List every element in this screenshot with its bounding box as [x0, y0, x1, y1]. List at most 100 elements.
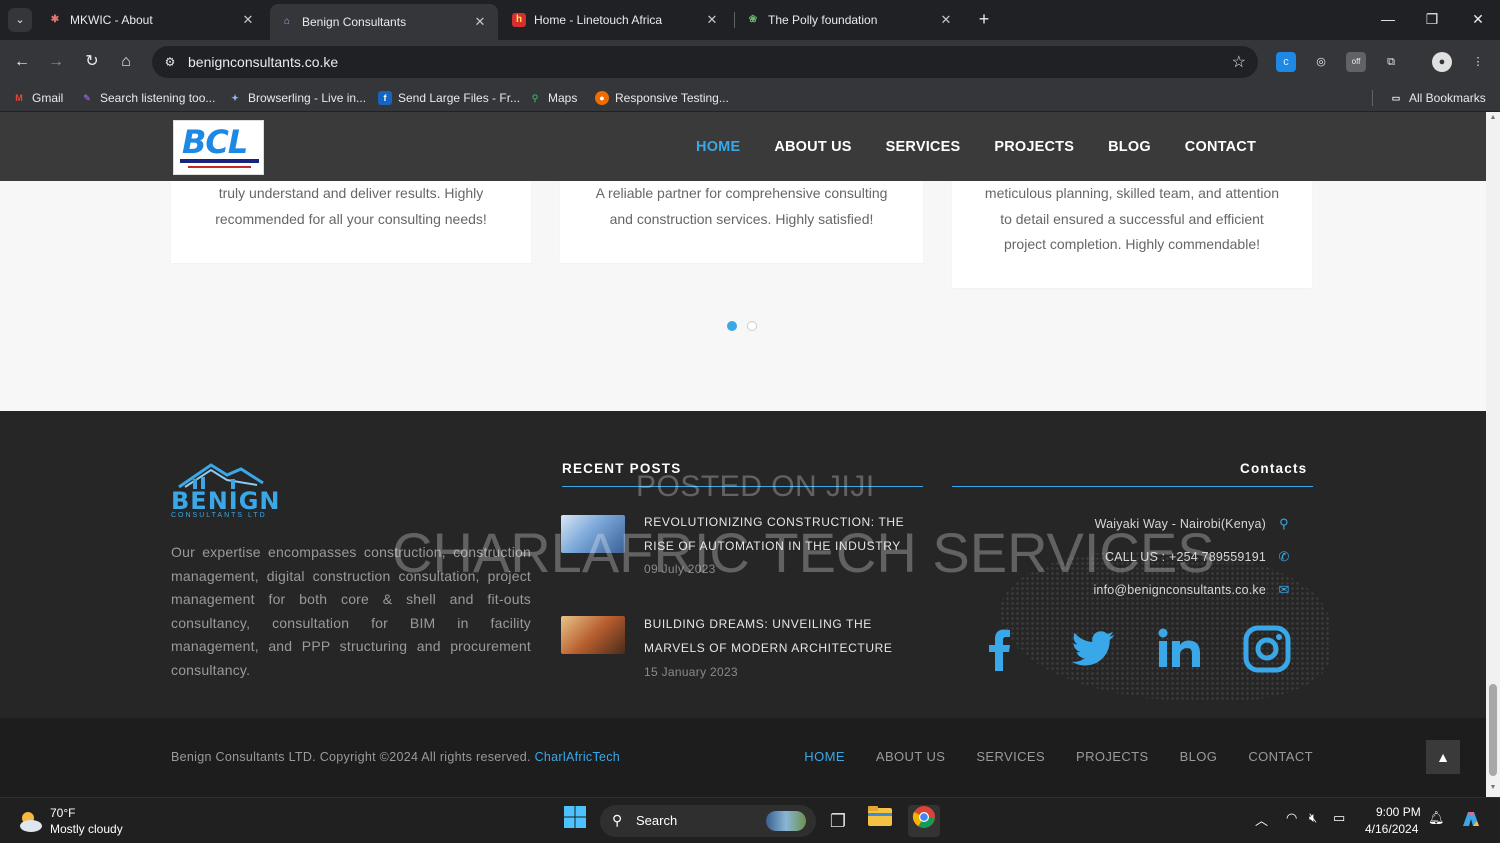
footer-nav-services[interactable]: SERVICES — [976, 749, 1045, 764]
weather-cloud-icon[interactable] — [16, 807, 44, 835]
location-pin-icon: ⚲ — [1279, 516, 1289, 531]
footer-nav-about-us[interactable]: ABOUT US — [876, 749, 945, 764]
clock-date[interactable]: 4/16/2024 — [1365, 822, 1418, 836]
battery-icon[interactable]: ▭ — [1333, 810, 1345, 826]
extensions-puzzle-icon[interactable]: ⧉ — [1381, 52, 1401, 72]
new-tab-button[interactable]: + — [972, 8, 996, 32]
contact-email[interactable]: info@benignconsultants.co.ke ✉ — [1093, 582, 1292, 598]
scroll-down-arrow-icon[interactable]: ▼ — [1489, 784, 1497, 791]
profile-avatar-icon[interactable]: ● — [1432, 52, 1452, 72]
windows-start-icon[interactable] — [559, 805, 591, 837]
close-tab-icon[interactable]: ✕ — [938, 12, 954, 28]
carousel-dot[interactable] — [747, 321, 757, 331]
linetouch-favicon-icon: h — [512, 13, 526, 27]
facebook-icon[interactable] — [976, 625, 1024, 673]
menu-kebab-icon[interactable]: ⋮ — [1468, 52, 1488, 72]
bookmark-search-listening[interactable]: ✎ Search listening too... — [80, 90, 215, 106]
footer-nav-home[interactable]: HOME — [804, 749, 845, 764]
tab-benign-consultants[interactable]: ⌂ Benign Consultants ✕ — [270, 4, 498, 40]
extension-off-icon[interactable]: off — [1346, 52, 1366, 72]
bookmark-send-large-files[interactable]: f Send Large Files - Fr... — [378, 90, 520, 106]
task-view-icon[interactable]: ❐ — [822, 805, 854, 837]
send-files-icon: f — [378, 91, 392, 105]
nav-home[interactable]: HOME — [696, 139, 740, 155]
close-window-button[interactable]: ✕ — [1458, 8, 1498, 32]
site-header: BCL HOME ABOUT US SERVICES PROJECTS BLOG… — [0, 112, 1486, 181]
post-title[interactable]: REVOLUTIONIZING CONSTRUCTION: THE RISE O… — [644, 510, 924, 558]
nav-services[interactable]: SERVICES — [886, 139, 961, 155]
scroll-up-arrow-icon[interactable]: ▲ — [1489, 114, 1497, 121]
close-tab-icon[interactable]: ✕ — [472, 14, 488, 30]
tab-search-button[interactable]: ⌄ — [8, 8, 32, 32]
nav-projects[interactable]: PROJECTS — [994, 139, 1074, 155]
close-tab-icon[interactable]: ✕ — [240, 12, 256, 28]
logo-underline — [180, 159, 259, 163]
footer-nav-blog[interactable]: BLOG — [1180, 749, 1218, 764]
nav-blog[interactable]: BLOG — [1108, 139, 1151, 155]
tab-linetouch[interactable]: h Home - Linetouch Africa ✕ — [502, 4, 730, 36]
wifi-icon[interactable]: ◠ — [1286, 810, 1297, 826]
back-button[interactable]: ← — [10, 50, 34, 74]
address-text: Waiyaki Way - Nairobi(Kenya) — [1094, 517, 1266, 531]
search-listening-icon: ✎ — [83, 93, 91, 103]
folder-icon: ▭ — [1391, 93, 1401, 103]
notification-bell-icon[interactable]: 🔔︎ — [1428, 810, 1445, 826]
all-bookmarks-label: All Bookmarks — [1409, 91, 1486, 105]
copilot-icon[interactable] — [1460, 808, 1482, 833]
post-title[interactable]: BUILDING DREAMS: UNVEILING THE MARVELS O… — [644, 612, 924, 660]
tab-polly-foundation[interactable]: ❀ The Polly foundation ✕ — [736, 4, 964, 36]
post-thumbnail[interactable] — [561, 616, 625, 654]
scroll-to-top-button[interactable]: ▲ — [1426, 740, 1460, 774]
forward-button[interactable]: → — [44, 50, 68, 74]
tab-mkwic[interactable]: ✱ MKWIC - About ✕ — [38, 4, 266, 36]
clock-time[interactable]: 9:00 PM — [1376, 805, 1421, 819]
instagram-icon[interactable] — [1243, 625, 1291, 673]
footer-logo[interactable]: BENIGN CONSULTANTS LTD — [171, 457, 280, 523]
bookmark-maps[interactable]: ⚲ Maps — [528, 90, 578, 106]
site-info-icon[interactable]: ⚙ — [162, 54, 178, 70]
show-hidden-icons-chevron-icon[interactable]: ︿ — [1255, 810, 1268, 829]
taskbar-search[interactable]: ⚲ Search — [600, 805, 816, 837]
bookmark-label: Search listening too... — [100, 91, 216, 105]
extension-c-icon[interactable]: c — [1276, 52, 1296, 72]
weather-description[interactable]: Mostly cloudy — [50, 822, 123, 836]
volume-muted-icon[interactable]: 🔇︎ — [1309, 810, 1317, 826]
address-bar[interactable]: ⚙ benignconsultants.co.ke ☆ — [152, 46, 1258, 78]
bookmark-label: Responsive Testing... — [615, 91, 729, 105]
page-scrollbar[interactable]: ▲ ▼ — [1486, 112, 1500, 797]
post-thumbnail[interactable] — [561, 515, 625, 553]
footer-nav-contact[interactable]: CONTACT — [1248, 749, 1313, 764]
bookmark-gmail[interactable]: M Gmail — [12, 90, 63, 106]
bookmark-browserling[interactable]: ✦ Browserling - Live in... — [228, 90, 366, 106]
nav-about-us[interactable]: ABOUT US — [774, 139, 851, 155]
file-explorer-icon[interactable] — [864, 805, 896, 837]
nav-contact[interactable]: CONTACT — [1185, 139, 1256, 155]
testimonials-section: truly understand and deliver results. Hi… — [0, 181, 1486, 411]
responsive-icon: ● — [595, 91, 609, 105]
carousel-dot-active[interactable] — [727, 321, 737, 331]
taskbar-search-label: Search — [636, 813, 678, 828]
contact-phone[interactable]: CALL US : +254 789559191 ✆ — [1105, 549, 1292, 565]
testimonial-card: meticulous planning, skilled team, and a… — [952, 181, 1312, 288]
credit-link[interactable]: CharlAfricTech — [535, 750, 620, 764]
footer-nav-projects[interactable]: PROJECTS — [1076, 749, 1149, 764]
phone-text[interactable]: CALL US : +254 789559191 — [1105, 550, 1266, 564]
footer-logo-name: BENIGN — [171, 487, 281, 515]
home-button[interactable]: ⌂ — [114, 50, 138, 74]
all-bookmarks-button[interactable]: ▭ All Bookmarks — [1389, 90, 1486, 106]
twitter-icon[interactable] — [1070, 625, 1118, 673]
close-tab-icon[interactable]: ✕ — [704, 12, 720, 28]
bookmark-responsive-testing[interactable]: ● Responsive Testing... — [595, 90, 729, 106]
minimize-button[interactable]: — — [1368, 8, 1408, 32]
extension-circle-icon[interactable]: ◎ — [1311, 52, 1331, 72]
scrollbar-thumb[interactable] — [1489, 684, 1497, 776]
reload-button[interactable]: ↻ — [80, 50, 104, 74]
weather-temperature[interactable]: 70°F — [50, 806, 75, 820]
linkedin-icon[interactable] — [1156, 625, 1204, 673]
chrome-taskbar-icon[interactable] — [908, 805, 940, 837]
bookmark-star-icon[interactable]: ☆ — [1232, 52, 1246, 72]
site-logo[interactable]: BCL — [173, 120, 264, 175]
url-text[interactable]: benignconsultants.co.ke — [188, 46, 338, 78]
email-text[interactable]: info@benignconsultants.co.ke — [1093, 583, 1266, 597]
restore-button[interactable]: ❐ — [1412, 8, 1452, 32]
